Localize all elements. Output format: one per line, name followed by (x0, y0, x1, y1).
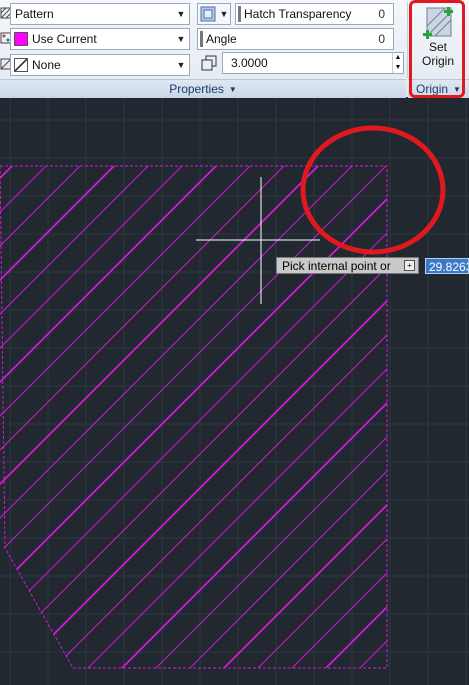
hatch-type-dropdown[interactable]: Pattern ▼ (10, 3, 190, 25)
command-prompt-tooltip: Pick internal point or + (276, 257, 419, 274)
hatch-transparency-label: Hatch Transparency (244, 7, 352, 21)
hatch-line (0, 166, 215, 668)
chevron-down-icon[interactable]: ▼ (173, 29, 189, 49)
highlight-circle-canvas (300, 125, 446, 255)
hatch-line (0, 166, 387, 668)
hatch-color-value: Use Current (32, 32, 97, 46)
hatch-transparency-field[interactable]: Hatch Transparency 0 (235, 3, 394, 25)
hatch-line (0, 166, 387, 668)
spin-down-icon[interactable]: ▼ (393, 63, 403, 73)
hatch-pattern-lines (0, 100, 469, 685)
transparency-mode-dropdown[interactable]: ▼ (197, 3, 231, 25)
chevron-down-icon: ▼ (228, 84, 237, 94)
hatch-line (0, 166, 11, 668)
tooltip-text: Pick internal point or (282, 258, 391, 273)
hatch-line (430, 100, 469, 685)
color-swatch (14, 32, 28, 46)
hatch-angle-field[interactable]: Angle 0 (197, 28, 394, 50)
hatch-line (361, 166, 387, 668)
highlight-box (409, 0, 465, 98)
panel-divider (407, 2, 408, 78)
hatch-scale-icon (201, 55, 217, 71)
hatch-line (0, 166, 387, 668)
properties-panel-title[interactable]: Properties ▼ (0, 79, 406, 98)
hatch-line (0, 166, 387, 668)
hatch-line (0, 166, 317, 668)
scale-spinner[interactable]: ▲ ▼ (392, 53, 403, 73)
hatch-ribbon: Pattern ▼ Use Current ▼ None ▼ ▼ Hatch T… (0, 0, 469, 98)
chevron-down-icon[interactable]: ▼ (173, 4, 189, 24)
hatch-line (0, 166, 113, 668)
drawing-canvas[interactable] (0, 0, 469, 685)
chevron-down-icon[interactable]: ▼ (173, 55, 189, 75)
properties-panel-label: Properties (169, 82, 224, 96)
hatch-type-value: Pattern (15, 7, 54, 21)
hatch-line (0, 166, 283, 668)
coordinate-input[interactable]: 29.8263 (425, 258, 469, 274)
no-color-swatch (14, 58, 28, 72)
hatch-line (0, 166, 79, 668)
hatch-scale-value: 3.0000 (231, 56, 268, 70)
hatch-color-dropdown[interactable]: Use Current ▼ (10, 28, 190, 50)
hatch-background-dropdown[interactable]: None ▼ (10, 54, 190, 76)
hatch-background-value: None (32, 58, 61, 72)
hatch-line (0, 166, 387, 668)
slider-thumb[interactable] (238, 6, 241, 22)
hatch-line (327, 166, 387, 668)
hatch-transparency-value: 0 (378, 7, 385, 21)
hatch-line (0, 166, 45, 668)
hatch-line (0, 166, 387, 668)
hatch-line (21, 166, 387, 668)
hatch-line (89, 166, 387, 668)
grid (0, 97, 469, 685)
hatch-angle-value: 0 (378, 32, 385, 46)
hatch-scale-field[interactable]: 3.0000 ▲ ▼ (222, 52, 404, 74)
options-expand-icon[interactable]: + (404, 260, 415, 271)
hatch-angle-label: Angle (206, 32, 237, 46)
chevron-down-icon[interactable]: ▼ (218, 4, 230, 24)
transparency-icon (200, 6, 216, 22)
hatch-line (396, 100, 469, 685)
slider-thumb[interactable] (200, 31, 203, 47)
spin-up-icon[interactable]: ▲ (393, 53, 403, 63)
